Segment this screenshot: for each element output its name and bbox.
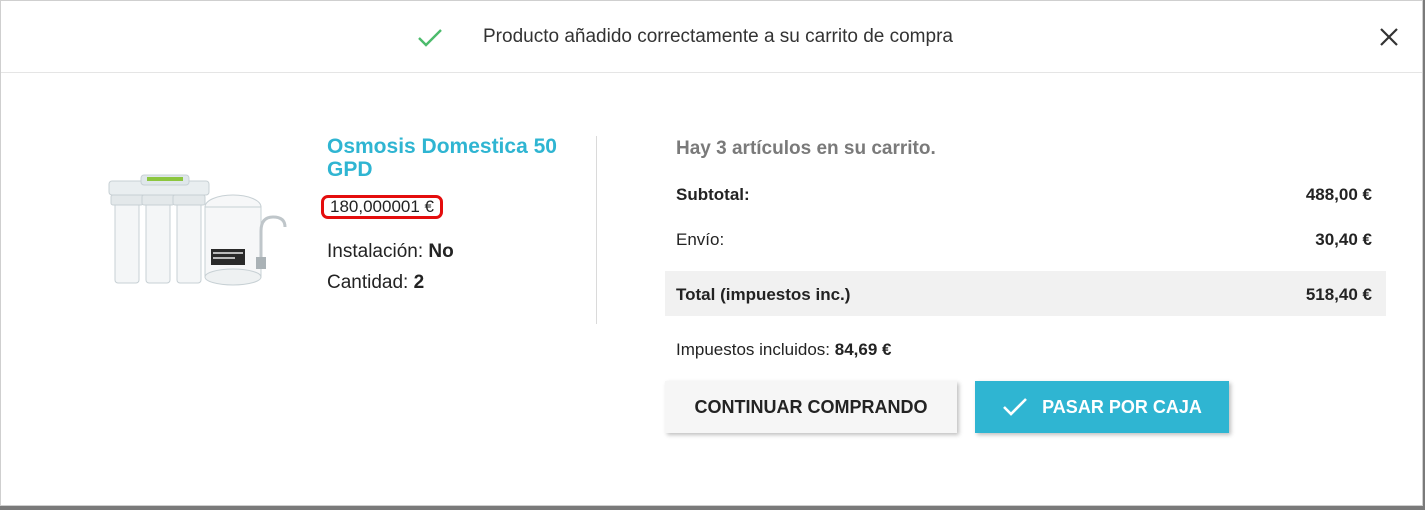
product-name[interactable]: Osmosis Domestica 50 GPD (327, 135, 577, 181)
cart-modal: Producto añadido correctamente a su carr… (0, 0, 1423, 506)
tax-label: Impuestos incluidos: (676, 340, 831, 359)
quantity-attribute: Cantidad: 2 (327, 272, 424, 294)
column-divider (596, 136, 597, 324)
install-attribute: Instalación: No (327, 241, 454, 263)
continue-shopping-label: Continuar comprando (694, 396, 928, 417)
subtotal-value: 488,00 € (1305, 185, 1372, 204)
shipping-value: 30,40 € (1315, 230, 1372, 249)
quantity-label: Cantidad: (327, 272, 409, 293)
close-icon[interactable] (1377, 25, 1401, 49)
quantity-value: 2 (413, 272, 425, 293)
check-icon (1003, 398, 1028, 416)
cart-item-count: Hay 3 artículos en su carrito. (676, 138, 936, 159)
modal-title: Producto añadido correctamente a su carr… (483, 26, 953, 47)
install-label: Instalación: (327, 241, 424, 262)
modal-header: Producto añadido correctamente a su carr… (1, 1, 1422, 73)
checkout-label: Pasar por caja (1042, 396, 1202, 417)
continue-shopping-button[interactable]: Continuar comprando (665, 381, 957, 433)
total-value: 518,40 € (1305, 285, 1372, 304)
total-label: Total (impuestos inc.) (676, 285, 851, 304)
check-icon (418, 29, 442, 47)
water-filter-image (108, 174, 287, 286)
tax-value: 84,69 € (834, 340, 892, 359)
shipping-label: Envío: (676, 230, 725, 249)
product-price: 180,000001 € (321, 195, 443, 219)
install-value: No (428, 241, 454, 262)
subtotal-label: Subtotal: (676, 185, 750, 204)
checkout-button[interactable]: Pasar por caja (975, 381, 1229, 433)
tax-line: Impuestos incluidos: 84,69 € (676, 340, 892, 360)
